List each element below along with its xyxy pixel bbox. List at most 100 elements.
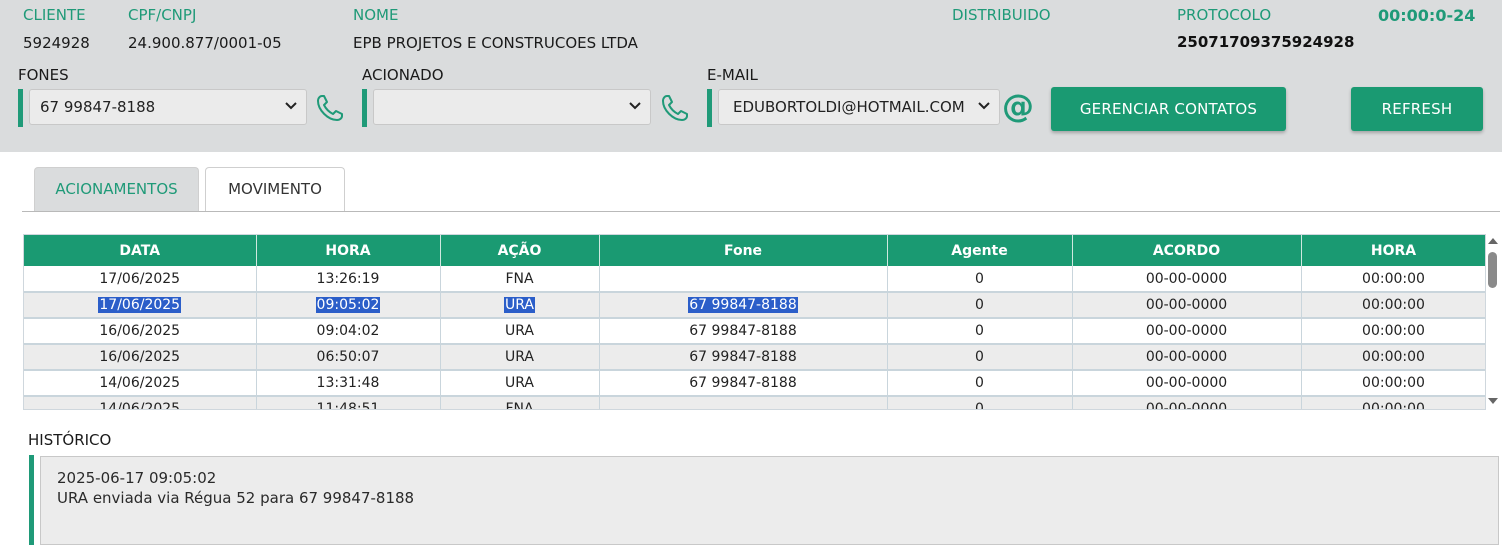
email-selected-value: EDUBORTOLDI@HOTMAIL.COM xyxy=(733,98,965,116)
table-cell: URA xyxy=(440,292,600,319)
table-cell: 67 99847-8188 xyxy=(599,370,888,397)
chevron-down-icon xyxy=(978,102,990,110)
table-cell: 17/06/2025 xyxy=(24,292,257,319)
scroll-down-arrow-icon[interactable] xyxy=(1488,398,1498,404)
gerenciar-contatos-button[interactable]: GERENCIAR CONTATOS xyxy=(1051,87,1286,131)
table-row[interactable]: 14/06/2025 11:48:51 FNA 0 00-00-0000 00:00:00 xyxy=(24,396,1485,409)
table-cell: URA xyxy=(440,344,600,371)
phone-icon[interactable] xyxy=(315,93,345,123)
table-cell: 17/06/2025 xyxy=(24,266,257,293)
cpf-label: CPF/CNPJ xyxy=(128,6,197,24)
table-cell xyxy=(599,396,888,409)
table-row[interactable]: 17/06/2025 13:26:19 FNA 0 00-00-0000 00:00:00 xyxy=(24,266,1485,293)
tab-bar: ACIONAMENTOS MOVIMENTO xyxy=(22,167,1500,212)
scrollbar-thumb[interactable] xyxy=(1488,252,1497,288)
table-row[interactable]: 14/06/2025 13:31:48 URA 67 99847-8188 0 00-00… xyxy=(24,370,1485,397)
column-header-hora-acordo[interactable]: HORA xyxy=(1301,235,1485,266)
column-header-acao[interactable]: AÇÃO xyxy=(440,235,600,266)
table-cell: URA xyxy=(440,318,600,345)
historico-textarea[interactable]: 2025-06-17 09:05:02 URA enviada via Régu… xyxy=(40,456,1499,545)
table-cell: 67 99847-8188 xyxy=(599,344,888,371)
table-cell: 0 xyxy=(887,266,1073,293)
table-cell: 0 xyxy=(887,318,1073,345)
chevron-down-icon xyxy=(629,102,641,110)
acionado-select-wrapper xyxy=(362,89,651,127)
email-at-icon[interactable]: @ xyxy=(1002,88,1034,124)
call-timer: 00:00:0-24 xyxy=(1378,6,1476,25)
grid-scrollbar[interactable] xyxy=(1486,234,1500,410)
table-cell: 00:00:00 xyxy=(1301,370,1485,397)
refresh-button[interactable]: REFRESH xyxy=(1351,87,1483,131)
email-select-wrapper: EDUBORTOLDI@HOTMAIL.COM xyxy=(707,89,1000,127)
table-cell: 67 99847-8188 xyxy=(599,292,888,319)
fones-label: FONES xyxy=(18,66,69,84)
column-header-hora[interactable]: HORA xyxy=(256,235,441,266)
table-cell: 00:00:00 xyxy=(1301,344,1485,371)
client-header: CLIENTE 5924928 CPF/CNPJ 24.900.877/0001… xyxy=(0,0,1502,152)
historico-line-message: URA enviada via Régua 52 para 67 99847-8… xyxy=(57,489,415,507)
column-header-fone[interactable]: Fone xyxy=(599,235,888,266)
cliente-value: 5924928 xyxy=(23,34,90,52)
historico-line-timestamp: 2025-06-17 09:05:02 xyxy=(57,469,217,487)
acionamentos-grid: DATA HORA AÇÃO Fone Agente ACORDO HORA 1… xyxy=(23,234,1486,410)
table-cell: 00-00-0000 xyxy=(1072,266,1302,293)
table-cell: 06:50:07 xyxy=(256,344,441,371)
protocolo-value: 25071709375924928 xyxy=(1177,33,1355,51)
column-header-data[interactable]: DATA xyxy=(24,235,257,266)
table-cell: 14/06/2025 xyxy=(24,396,257,409)
table-cell: 00-00-0000 xyxy=(1072,318,1302,345)
table-cell: FNA xyxy=(440,396,600,409)
table-cell: 09:05:02 xyxy=(256,292,441,319)
email-select[interactable]: EDUBORTOLDI@HOTMAIL.COM xyxy=(718,89,1000,125)
distribuido-label: DISTRIBUIDO xyxy=(952,6,1051,24)
phone-icon[interactable] xyxy=(660,93,690,123)
acionado-select[interactable] xyxy=(373,89,651,125)
table-cell: FNA xyxy=(440,266,600,293)
table-cell: 13:31:48 xyxy=(256,370,441,397)
fones-select[interactable]: 67 99847-8188 xyxy=(29,89,307,125)
table-cell: URA xyxy=(440,370,600,397)
fones-selected-value: 67 99847-8188 xyxy=(40,98,156,116)
tab-acionamentos[interactable]: ACIONAMENTOS xyxy=(34,167,199,211)
protocolo-label: PROTOCOLO xyxy=(1177,6,1272,24)
table-cell: 00-00-0000 xyxy=(1072,344,1302,371)
table-cell: 13:26:19 xyxy=(256,266,441,293)
email-label: E-MAIL xyxy=(707,66,758,84)
chevron-down-icon xyxy=(285,102,297,110)
table-cell: 0 xyxy=(887,370,1073,397)
table-cell: 00:00:00 xyxy=(1301,266,1485,293)
cpf-value: 24.900.877/0001-05 xyxy=(128,34,282,52)
table-cell: 00-00-0000 xyxy=(1072,370,1302,397)
table-cell: 67 99847-8188 xyxy=(599,318,888,345)
nome-label: NOME xyxy=(353,6,399,24)
table-row[interactable]: 16/06/2025 06:50:07 URA 67 99847-8188 0 00-00… xyxy=(24,344,1485,371)
table-cell: 0 xyxy=(887,292,1073,319)
table-cell: 00-00-0000 xyxy=(1072,292,1302,319)
acionado-label: ACIONADO xyxy=(362,66,444,84)
tab-movimento[interactable]: MOVIMENTO xyxy=(205,167,345,211)
table-cell: 00-00-0000 xyxy=(1072,396,1302,409)
table-cell: 0 xyxy=(887,344,1073,371)
table-cell: 00:00:00 xyxy=(1301,318,1485,345)
table-cell: 00:00:00 xyxy=(1301,396,1485,409)
table-cell: 00:00:00 xyxy=(1301,292,1485,319)
acionamentos-table: DATA HORA AÇÃO Fone Agente ACORDO HORA 1… xyxy=(24,235,1485,409)
table-cell: 0 xyxy=(887,396,1073,409)
column-header-acordo[interactable]: ACORDO xyxy=(1072,235,1302,266)
table-cell: 11:48:51 xyxy=(256,396,441,409)
nome-value: EPB PROJETOS E CONSTRUCOES LTDA xyxy=(353,34,638,52)
table-row[interactable]: 16/06/2025 09:04:02 URA 67 99847-8188 0 00-00… xyxy=(24,318,1485,345)
historico-panel: 2025-06-17 09:05:02 URA enviada via Régu… xyxy=(29,455,1499,545)
cliente-label: CLIENTE xyxy=(23,6,86,24)
historico-label: HISTÓRICO xyxy=(28,431,112,449)
table-cell xyxy=(599,266,888,293)
table-cell: 16/06/2025 xyxy=(24,318,257,345)
table-cell: 16/06/2025 xyxy=(24,344,257,371)
table-cell: 09:04:02 xyxy=(256,318,441,345)
table-row[interactable]: 17/06/2025 09:05:02 URA 67 99847-8188 0 00-00… xyxy=(24,292,1485,319)
scroll-up-arrow-icon[interactable] xyxy=(1488,238,1498,244)
table-cell: 14/06/2025 xyxy=(24,370,257,397)
column-header-agente[interactable]: Agente xyxy=(887,235,1073,266)
fones-select-wrapper: 67 99847-8188 xyxy=(18,89,307,127)
table-header-row: DATA HORA AÇÃO Fone Agente ACORDO HORA xyxy=(24,235,1485,266)
